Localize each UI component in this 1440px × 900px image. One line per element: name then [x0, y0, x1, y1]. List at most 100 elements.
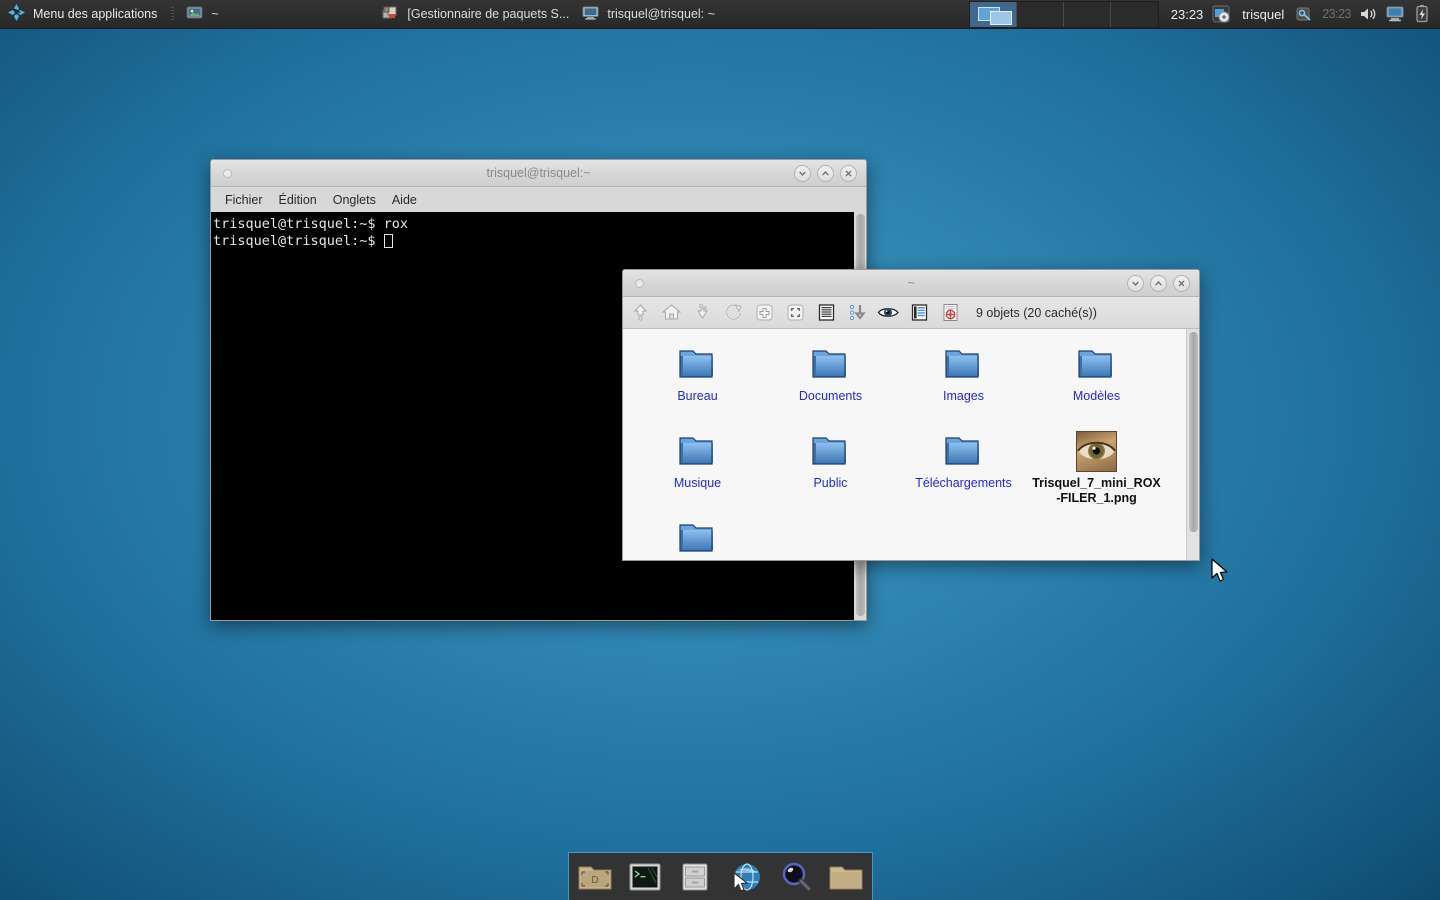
select-all-icon[interactable] — [784, 301, 807, 324]
terminal-window-buttons — [794, 164, 866, 182]
volume-icon[interactable] — [1358, 4, 1378, 24]
workspace-4[interactable] — [1110, 1, 1158, 27]
terminal-cursor — [383, 234, 393, 248]
panel-clock[interactable]: 23:23 — [1163, 7, 1212, 22]
workspace-2[interactable] — [1016, 1, 1064, 27]
display-icon[interactable] — [1385, 4, 1405, 24]
filer-title: ~ — [907, 276, 915, 290]
close-button[interactable] — [840, 164, 857, 182]
minimize-button[interactable] — [794, 164, 811, 182]
folder-icon — [674, 343, 722, 385]
panel-separator — [171, 6, 175, 22]
menu-aide[interactable]: Aide — [384, 190, 425, 210]
maximize-button[interactable] — [1150, 274, 1167, 292]
menu-edition[interactable]: Édition — [271, 190, 325, 210]
key-icon[interactable] — [1295, 4, 1315, 24]
list-item-label: Images — [943, 389, 984, 403]
terminal-title: trisquel@trisquel:~ — [486, 166, 591, 180]
terminal-line-2: trisquel@trisquel:~$ — [213, 233, 384, 249]
taskbar-item-label: [Gestionnaire de paquets S... — [407, 7, 570, 21]
window-menu-icon[interactable] — [223, 168, 232, 178]
workspace-3[interactable] — [1063, 1, 1111, 27]
filer-body[interactable]: Bureau Documents Images Modèles Musique … — [623, 329, 1199, 560]
sort-icon[interactable] — [846, 301, 869, 324]
list-item-label: Musique — [673, 476, 722, 490]
list-item-label: Trisquel_7_mini_ROX-FILER_1.png — [1032, 476, 1161, 505]
list-item[interactable]: Public — [764, 424, 897, 511]
dock-file-manager-icon[interactable] — [675, 857, 715, 897]
terminal-titlebar[interactable]: trisquel@trisquel:~ — [211, 160, 866, 187]
list-item[interactable]: Téléchargements — [897, 424, 1030, 511]
battery-icon[interactable] — [1412, 4, 1432, 24]
scan-icon[interactable] — [691, 301, 714, 324]
image-thumbnail-icon — [1073, 430, 1121, 472]
list-item-label: Documents — [798, 389, 863, 403]
up-icon[interactable] — [629, 301, 652, 324]
list-item-label: Téléchargements — [915, 476, 1012, 490]
terminal-icon — [582, 4, 599, 24]
panel-username[interactable]: trisquel — [1238, 7, 1288, 22]
system-tray: trisquel 23:23 — [1211, 4, 1440, 24]
folder-icon — [674, 517, 722, 559]
folder-icon — [940, 343, 988, 385]
list-item[interactable]: Bureau — [631, 337, 764, 424]
taskbar-item-terminal[interactable]: trisquel@trisquel: ~ — [574, 2, 723, 27]
menu-fichier[interactable]: Fichier — [217, 190, 271, 210]
list-item[interactable]: Documents — [764, 337, 897, 424]
minimize-button[interactable] — [1127, 274, 1144, 292]
file-manager-window[interactable]: ~ 9 objets (20 caché(s)) Bureau Document… — [622, 269, 1200, 561]
list-item-label: Modèles — [1072, 389, 1121, 403]
filer-toolbar[interactable]: 9 objets (20 caché(s)) — [623, 297, 1199, 329]
terminal-menubar[interactable]: Fichier Édition Onglets Aide — [211, 187, 866, 212]
taskbar-item-label: ~ — [211, 7, 219, 21]
filer-titlebar[interactable]: ~ — [623, 270, 1199, 297]
dock-web-browser-icon[interactable] — [726, 857, 766, 897]
maximize-button[interactable] — [817, 164, 834, 182]
taskbar-item-package-manager[interactable]: [Gestionnaire de paquets S... — [374, 2, 574, 27]
home-icon[interactable] — [660, 301, 683, 324]
menu-onglets[interactable]: Onglets — [325, 190, 384, 210]
show-hidden-icon[interactable] — [877, 301, 900, 324]
filer-scrollbar[interactable] — [1186, 329, 1199, 560]
thumbnails-icon[interactable] — [908, 301, 931, 324]
list-item-label: Public — [813, 476, 848, 490]
filer-window-buttons — [1127, 274, 1199, 292]
dock-desktop-folder-icon[interactable]: D — [575, 857, 615, 897]
list-item[interactable]: Modèles — [1030, 337, 1163, 424]
svg-text:D: D — [591, 875, 598, 886]
filer-scrollbar-thumb[interactable] — [1189, 332, 1198, 532]
filer-icon-grid[interactable]: Bureau Documents Images Modèles Musique … — [623, 329, 1186, 560]
list-item[interactable] — [631, 511, 764, 598]
details-view-icon[interactable] — [815, 301, 838, 324]
taskbar-item-image-viewer[interactable]: ~ — [178, 2, 374, 27]
applications-menu-button[interactable]: Menu des applications — [0, 0, 167, 29]
workspace-switcher[interactable] — [968, 0, 1159, 28]
new-window-icon[interactable] — [753, 301, 776, 324]
mouse-cursor — [1211, 558, 1231, 591]
close-button[interactable] — [1173, 274, 1190, 292]
help-icon[interactable] — [939, 301, 962, 324]
dock-search-icon[interactable] — [776, 857, 816, 897]
window-menu-icon[interactable] — [635, 278, 644, 288]
list-item[interactable]: Trisquel_7_mini_ROX-FILER_1.png — [1030, 424, 1163, 511]
dock-folder-icon[interactable] — [826, 857, 866, 897]
list-item[interactable]: Images — [897, 337, 1030, 424]
package-manager-icon — [382, 4, 399, 24]
workspace-window-preview — [989, 10, 1012, 25]
dock-terminal-icon[interactable] — [625, 857, 665, 897]
folder-icon — [674, 430, 722, 472]
update-manager-icon[interactable] — [1211, 4, 1231, 24]
trisquel-logo-icon — [7, 3, 26, 25]
filer-status-text: 9 objets (20 caché(s)) — [976, 305, 1097, 320]
refresh-icon[interactable] — [722, 301, 745, 324]
folder-icon — [1073, 343, 1121, 385]
top-panel: Menu des applications ~ [Gestionnaire de… — [0, 0, 1440, 29]
image-viewer-icon — [186, 4, 203, 24]
dock[interactable]: D — [568, 852, 873, 900]
folder-icon — [940, 430, 988, 472]
terminal-line-1: trisquel@trisquel:~$ rox — [213, 216, 409, 232]
workspace-1[interactable] — [969, 1, 1017, 27]
folder-icon — [807, 430, 855, 472]
list-item[interactable]: Musique — [631, 424, 764, 511]
list-item-label: Bureau — [677, 389, 718, 403]
